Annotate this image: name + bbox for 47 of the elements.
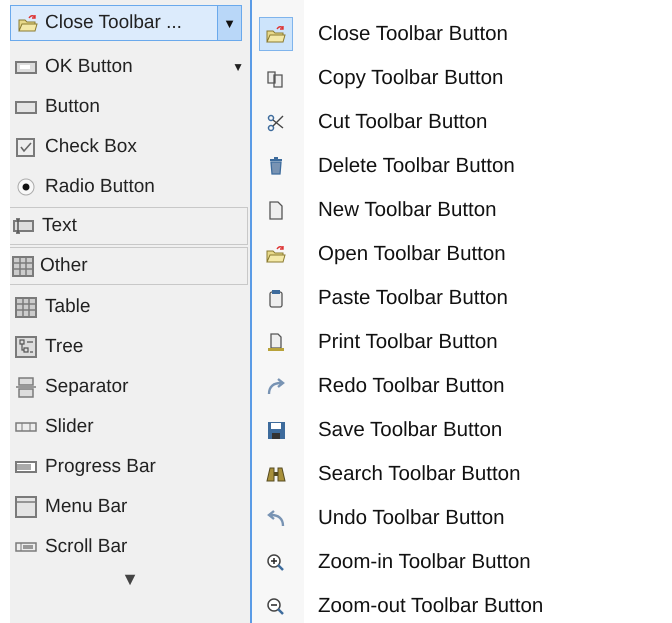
palette-item[interactable]: Radio Button xyxy=(10,167,250,207)
palette-item[interactable]: Scroll Bar xyxy=(10,527,250,567)
undo-icon xyxy=(265,508,287,528)
menu-item[interactable]: Close Toolbar Button xyxy=(252,12,672,56)
menu-item[interactable]: Undo Toolbar Button xyxy=(252,496,672,540)
menu-item[interactable]: Open Toolbar Button xyxy=(252,232,672,276)
window-icon xyxy=(15,496,37,518)
grid-icon xyxy=(12,256,34,276)
printer-icon xyxy=(265,332,287,352)
folder-icon xyxy=(17,13,39,33)
palette-item[interactable]: Tree xyxy=(10,327,250,367)
menu-item[interactable]: Copy Toolbar Button xyxy=(252,56,672,100)
menu-item[interactable]: Save Toolbar Button xyxy=(252,408,672,452)
menu-item[interactable]: Zoom-out Toolbar Button xyxy=(252,584,672,623)
menu-item[interactable]: Redo Toolbar Button xyxy=(252,364,672,408)
scroll-down-arrow[interactable]: ▼ xyxy=(121,569,139,590)
category-label: Other xyxy=(40,255,88,277)
palette-item[interactable]: Button xyxy=(10,87,250,127)
menu-item[interactable]: Print Toolbar Button xyxy=(252,320,672,364)
palette-item[interactable]: OK Button ▼ xyxy=(10,47,250,87)
palette-item[interactable]: Menu Bar xyxy=(10,487,250,527)
menu-item[interactable]: Search Toolbar Button xyxy=(252,452,672,496)
palette-item[interactable]: Table xyxy=(10,287,250,327)
tree-icon xyxy=(15,336,37,358)
selector-button[interactable]: Close Toolbar ... xyxy=(11,6,217,40)
menu-item[interactable]: New Toolbar Button xyxy=(252,188,672,232)
folder-icon xyxy=(265,244,287,264)
table-icon xyxy=(15,296,37,318)
palette-item[interactable]: Separator xyxy=(10,367,250,407)
category-header[interactable]: Other xyxy=(10,247,248,285)
palette-selector[interactable]: Close Toolbar ... ▼ xyxy=(10,5,242,41)
dropdown-button[interactable]: ▼ xyxy=(217,6,241,40)
category-label: Text xyxy=(42,215,77,237)
menu-item[interactable]: Delete Toolbar Button xyxy=(252,144,672,188)
checkbox-icon xyxy=(15,137,37,157)
category-header[interactable]: Text xyxy=(10,207,248,245)
palette-item[interactable]: Progress Bar xyxy=(10,447,250,487)
redo-icon xyxy=(265,376,287,396)
menu-item[interactable]: Paste Toolbar Button xyxy=(252,276,672,320)
radio-button-icon xyxy=(15,177,37,197)
menu-item[interactable]: Cut Toolbar Button xyxy=(252,100,672,144)
folder-icon xyxy=(265,24,287,44)
menu-item[interactable]: Zoom-in Toolbar Button xyxy=(252,540,672,584)
palette-item[interactable]: Slider xyxy=(10,407,250,447)
dropdown-arrow[interactable]: ▼ xyxy=(232,60,244,74)
separator-icon xyxy=(15,376,37,398)
palette-item[interactable]: Check Box xyxy=(10,127,250,167)
